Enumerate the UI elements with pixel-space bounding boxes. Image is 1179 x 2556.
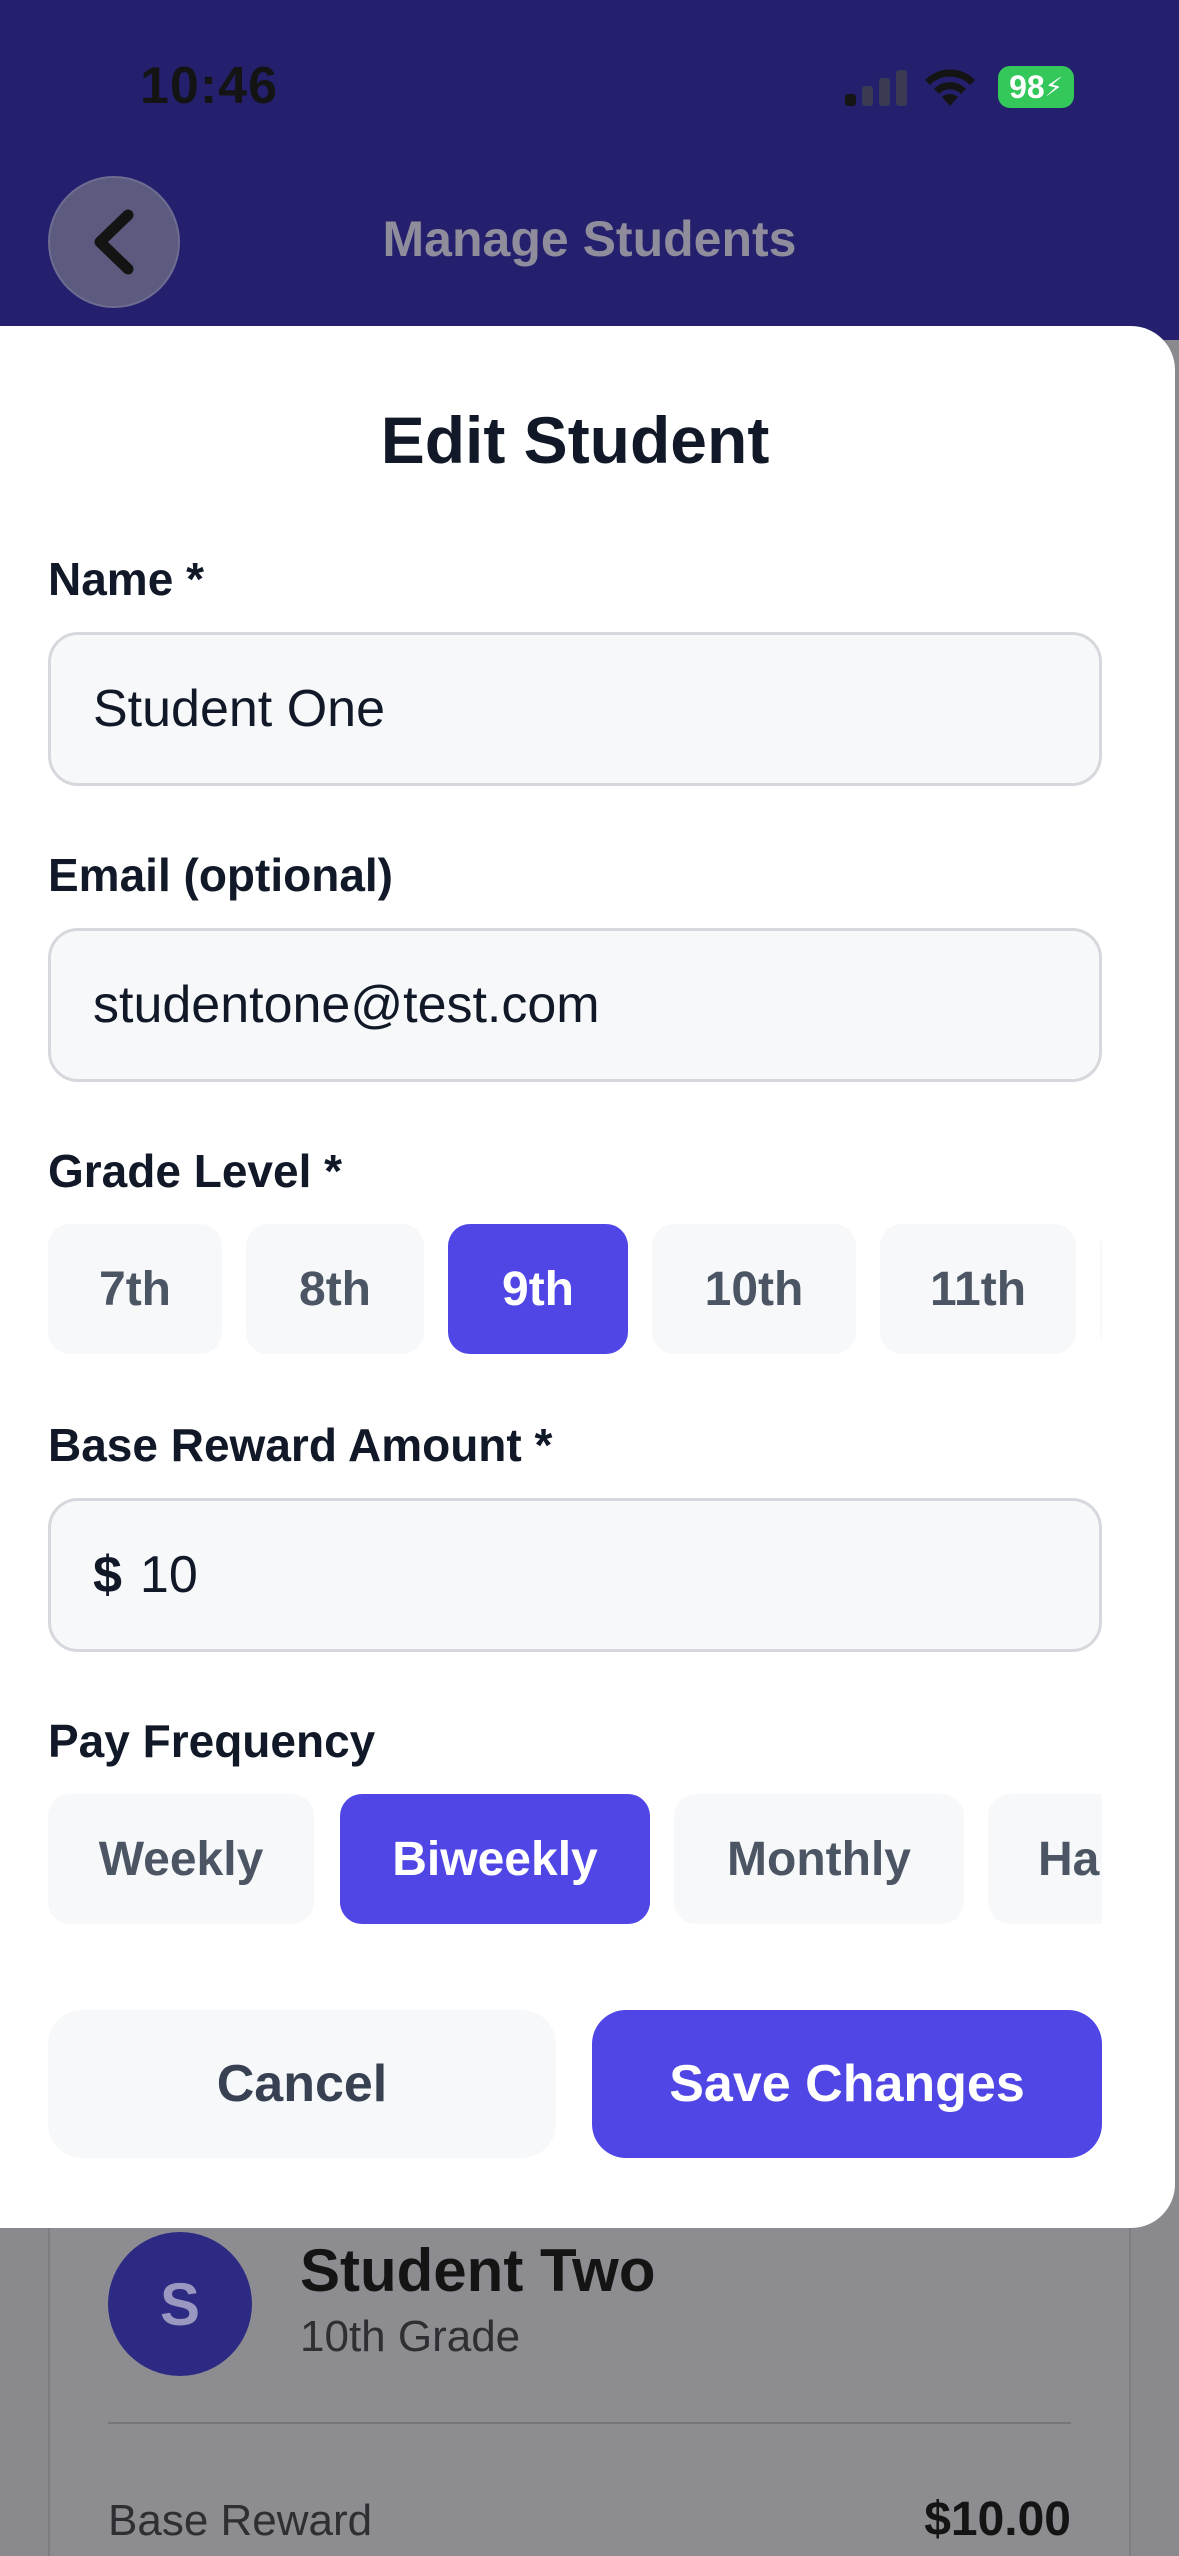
status-time: 10:46 (140, 57, 278, 115)
status-bar: 10:46 98 ⚡ (0, 0, 1179, 170)
avatar: S (108, 2232, 252, 2376)
grade-option-9th[interactable]: 9th (448, 1224, 628, 1354)
grade-option-8th[interactable]: 8th (246, 1224, 424, 1354)
pay-frequency-selector[interactable]: Weekly Biweekly Monthly Half-Yearly (48, 1794, 1102, 1924)
email-field[interactable]: studentone@test.com (48, 928, 1102, 1082)
battery-icon: 98 ⚡ (998, 66, 1074, 108)
battery-level: 98 (1009, 68, 1045, 105)
page-title: Manage Students (382, 211, 797, 267)
base-reward-field[interactable]: $ 10 (48, 1498, 1102, 1652)
email-label: Email (optional) (48, 849, 393, 901)
divider (108, 2422, 1071, 2424)
student-grade: 10th Grade (300, 2312, 521, 2361)
name-value: Student One (93, 680, 385, 738)
email-value: studentone@test.com (93, 976, 600, 1034)
cancel-button[interactable]: Cancel (48, 2010, 556, 2158)
grade-level-selector[interactable]: 7th 8th 9th 10th 11th 12th (48, 1224, 1102, 1354)
name-label: Name * (48, 553, 204, 605)
base-reward-value: $10.00 (924, 2493, 1071, 2546)
grade-option-11th[interactable]: 11th (880, 1224, 1076, 1354)
base-reward-label: Base Reward (108, 2496, 373, 2545)
save-changes-button[interactable]: Save Changes (592, 2010, 1102, 2158)
base-reward-amount-label: Base Reward Amount * (48, 1419, 553, 1471)
grade-option-10th[interactable]: 10th (652, 1224, 856, 1354)
name-field[interactable]: Student One (48, 632, 1102, 786)
base-reward-input-value: 10 (139, 1546, 198, 1604)
grade-option-12th[interactable]: 12th (1100, 1224, 1102, 1354)
frequency-option-half-yearly[interactable]: Half-Yearly (988, 1794, 1102, 1924)
frequency-option-monthly[interactable]: Monthly (674, 1794, 964, 1924)
cellular-signal-icon (845, 70, 907, 106)
frequency-option-biweekly[interactable]: Biweekly (340, 1794, 650, 1924)
grade-option-7th[interactable]: 7th (48, 1224, 222, 1354)
wifi-icon (925, 69, 975, 106)
student-name: Student Two (300, 2237, 656, 2304)
modal-title: Edit Student (380, 403, 770, 477)
grade-level-label: Grade Level * (48, 1145, 343, 1197)
dollar-icon: $ (93, 1546, 122, 1604)
frequency-option-weekly[interactable]: Weekly (48, 1794, 314, 1924)
pay-frequency-label: Pay Frequency (48, 1715, 376, 1767)
